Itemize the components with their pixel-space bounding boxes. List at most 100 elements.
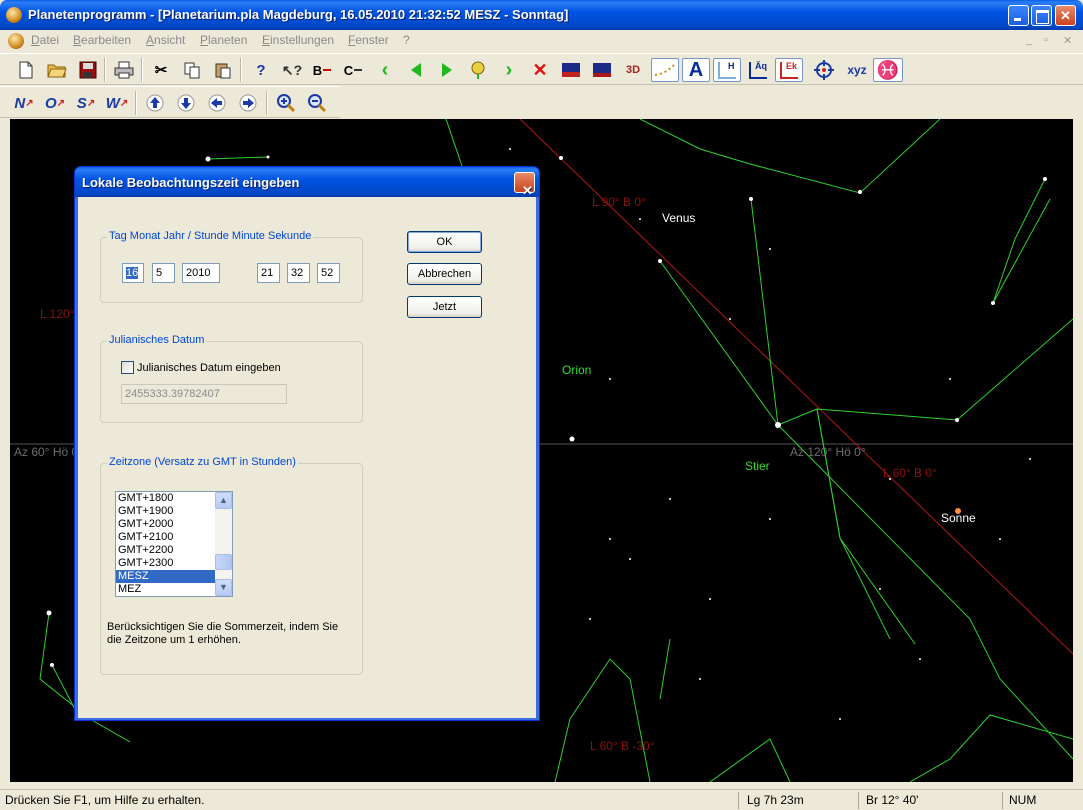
zoom-in-icon bbox=[277, 94, 296, 113]
scroll-thumb[interactable] bbox=[215, 554, 232, 570]
context-help-button[interactable]: ↖? bbox=[280, 58, 304, 82]
second-field[interactable]: 52 bbox=[317, 263, 340, 283]
target-button[interactable] bbox=[812, 58, 836, 82]
save-icon bbox=[79, 61, 97, 79]
copy-button[interactable] bbox=[180, 58, 204, 82]
text-labels-button[interactable]: A bbox=[682, 58, 710, 82]
timezone-listbox[interactable]: GMT+1800 GMT+1900 GMT+2000 GMT+2100 GMT+… bbox=[115, 491, 233, 597]
timezone-hint-line2: die Zeitzone um 1 erhöhen. bbox=[107, 634, 241, 646]
direction-toolbar: N ↗ O ↗ S ↗ W ↗ bbox=[0, 86, 340, 118]
printer-icon bbox=[114, 61, 134, 79]
ecliptic-coords-button[interactable]: Ek bbox=[775, 58, 803, 82]
play-back-button[interactable] bbox=[404, 58, 428, 82]
menu-einstellungen[interactable]: Einstellungen bbox=[262, 33, 334, 47]
c-tool-button[interactable]: C bbox=[341, 58, 365, 82]
horizon-view-icon bbox=[593, 63, 611, 77]
julian-group: Julianisches Datum Julianisches Datum ei… bbox=[100, 334, 363, 423]
sky-view-button[interactable] bbox=[559, 58, 583, 82]
minute-field[interactable]: 32 bbox=[287, 263, 310, 283]
move-down-button[interactable] bbox=[174, 91, 198, 115]
day-field[interactable]: 16 bbox=[122, 263, 144, 283]
app-icon[interactable] bbox=[6, 7, 22, 23]
hour-field[interactable]: 21 bbox=[257, 263, 280, 283]
3d-button[interactable]: 3D bbox=[621, 58, 645, 82]
year-field[interactable]: 2010 bbox=[182, 263, 220, 283]
paste-button[interactable] bbox=[211, 58, 235, 82]
horizon-view-button[interactable] bbox=[590, 58, 614, 82]
orbit-button[interactable] bbox=[651, 58, 679, 82]
arrow-right-icon bbox=[239, 94, 257, 112]
scissors-icon: ✂ bbox=[154, 62, 168, 79]
zoom-in-button[interactable] bbox=[274, 91, 298, 115]
play-forward-button[interactable] bbox=[435, 58, 459, 82]
menu-datei[interactable]: Datei bbox=[31, 33, 59, 47]
close-icon: ✕ bbox=[1060, 8, 1071, 23]
minimize-button[interactable] bbox=[1008, 5, 1029, 26]
sky-view-icon bbox=[562, 63, 580, 77]
new-file-button[interactable] bbox=[14, 58, 38, 82]
pointer-question-icon: ↖? bbox=[281, 61, 303, 78]
scroll-down-icon[interactable]: ▼ bbox=[215, 579, 232, 596]
menu-bearbeiten[interactable]: Bearbeiten bbox=[73, 33, 131, 47]
horizon-coords-button[interactable]: H bbox=[713, 58, 741, 82]
julian-checkbox[interactable] bbox=[121, 361, 134, 374]
arrow-left-icon bbox=[208, 94, 226, 112]
west-button[interactable]: W ↗ bbox=[105, 91, 129, 115]
close-button[interactable]: ✕ bbox=[1055, 5, 1076, 26]
cancel-button[interactable]: Abbrechen bbox=[407, 263, 482, 285]
south-button[interactable]: S ↗ bbox=[74, 91, 98, 115]
step-forward-button[interactable]: › bbox=[497, 58, 521, 82]
menu-planeten[interactable]: Planeten bbox=[200, 33, 247, 47]
document-icon[interactable] bbox=[8, 33, 24, 49]
label-venus: Venus bbox=[662, 211, 696, 225]
equatorial-coords-button[interactable]: Äq bbox=[744, 58, 772, 82]
paste-icon bbox=[215, 63, 231, 79]
now-button[interactable]: Jetzt bbox=[407, 296, 482, 318]
save-button[interactable] bbox=[76, 58, 100, 82]
maximize-button[interactable] bbox=[1031, 5, 1052, 26]
horizontal-coords-icon: H bbox=[718, 61, 736, 79]
ecliptic-coords-icon: Ek bbox=[780, 61, 798, 79]
dotted-orbit-icon bbox=[654, 64, 675, 76]
step-back-button[interactable]: ‹ bbox=[373, 58, 397, 82]
menu-fenster[interactable]: Fenster bbox=[348, 33, 389, 47]
zoom-out-button[interactable] bbox=[305, 91, 329, 115]
mdi-close-button[interactable]: ✕ bbox=[1063, 34, 1072, 47]
label-azimuth-60: Az 60° Hö 0° bbox=[14, 445, 83, 459]
b-tool-button[interactable]: B bbox=[310, 58, 334, 82]
main-toolbar: ✂ ? ↖? B C ‹ › ✕ 3D A H Äq Ek xyz ♓ bbox=[0, 53, 1083, 85]
scroll-up-icon[interactable]: ▲ bbox=[215, 492, 232, 509]
arrow-up-icon bbox=[146, 94, 164, 112]
open-file-button[interactable] bbox=[45, 58, 69, 82]
xyz-button[interactable]: xyz bbox=[843, 58, 871, 82]
mdi-restore-button[interactable]: ▫ bbox=[1044, 34, 1048, 46]
ok-button[interactable]: OK bbox=[407, 231, 482, 253]
dialog-close-button[interactable]: ✕ bbox=[514, 172, 535, 198]
timezone-scrollbar[interactable]: ▲ ▼ bbox=[215, 492, 232, 596]
label-ecliptic-60-minus30: L 60° B -30° bbox=[590, 739, 655, 753]
timer-button[interactable] bbox=[466, 58, 490, 82]
print-button[interactable] bbox=[112, 58, 136, 82]
move-up-button[interactable] bbox=[143, 91, 167, 115]
stop-button[interactable]: ✕ bbox=[528, 58, 552, 82]
svg-text:H: H bbox=[728, 61, 735, 71]
mdi-minimize-button[interactable]: _ bbox=[1026, 34, 1032, 46]
menu-help[interactable]: ? bbox=[403, 33, 410, 47]
east-button[interactable]: O ↗ bbox=[43, 91, 67, 115]
month-field[interactable]: 5 bbox=[152, 263, 175, 283]
zodiac-button[interactable]: ♓ bbox=[873, 58, 903, 82]
north-icon: N bbox=[14, 94, 26, 112]
menu-ansicht[interactable]: Ansicht bbox=[146, 33, 185, 47]
dialog-title-bar[interactable]: Lokale Beobachtungszeit eingeben ✕ bbox=[75, 167, 539, 198]
julian-checkbox-label: Julianisches Datum eingeben bbox=[137, 362, 281, 374]
move-left-button[interactable] bbox=[205, 91, 229, 115]
west-icon: W bbox=[105, 94, 120, 112]
help-button[interactable]: ? bbox=[249, 58, 273, 82]
menu-bar: Datei Bearbeiten Ansicht Planeten Einste… bbox=[0, 30, 1083, 52]
title-bar[interactable]: Planetenprogramm - [Planetarium.pla Magd… bbox=[0, 0, 1083, 30]
new-file-icon bbox=[19, 61, 33, 79]
label-sonne: Sonne bbox=[941, 511, 976, 525]
cut-button[interactable]: ✂ bbox=[149, 58, 173, 82]
north-button[interactable]: N ↗ bbox=[12, 91, 36, 115]
move-right-button[interactable] bbox=[236, 91, 260, 115]
